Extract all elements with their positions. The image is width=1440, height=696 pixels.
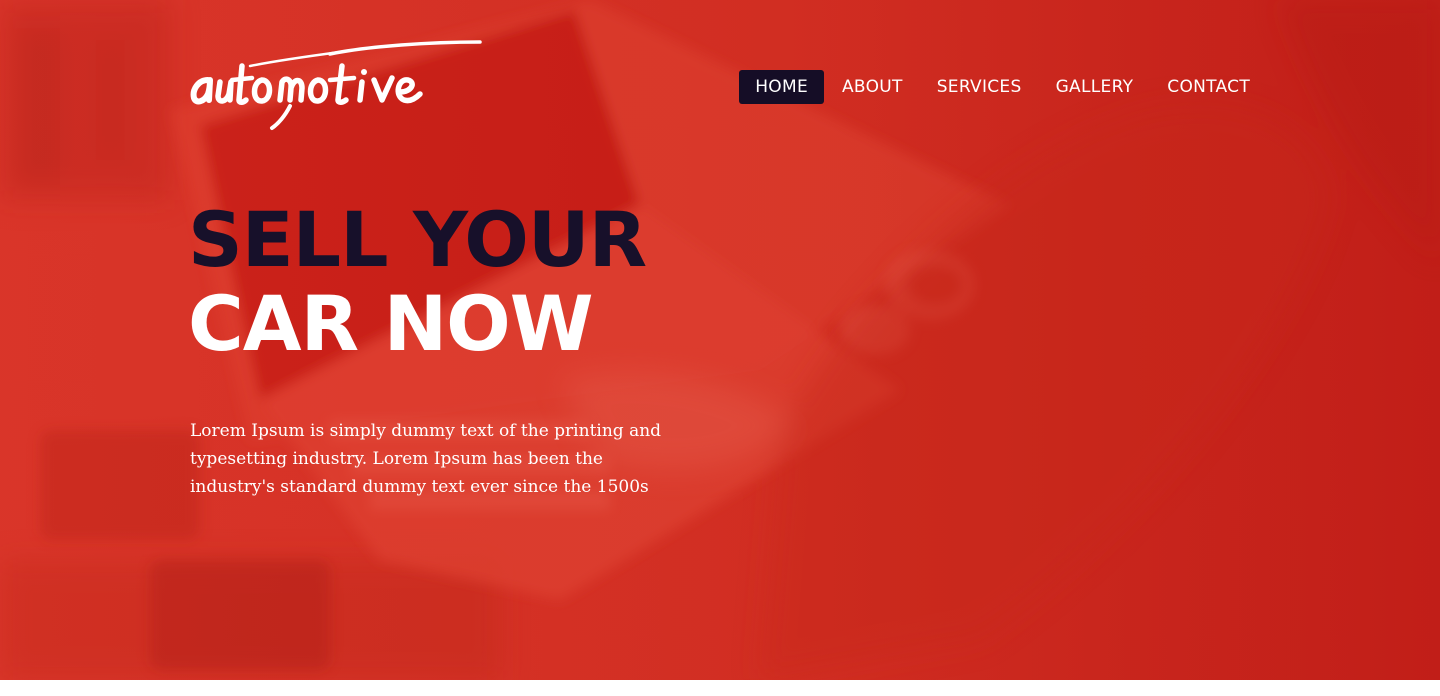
hero-description: Lorem Ipsum is simply dummy text of the …: [190, 421, 662, 497]
brush-script-logo-icon: [190, 40, 482, 130]
headline-line-2: CAR NOW: [188, 279, 594, 368]
headline-line-1: SELL YOUR: [188, 195, 647, 284]
site-logo[interactable]: [190, 36, 485, 132]
hero-headline: SELL YOUR CAR NOW: [188, 195, 647, 368]
nav-item-gallery[interactable]: GALLERY: [1040, 70, 1150, 104]
nav-item-home[interactable]: HOME: [739, 70, 824, 104]
main-navigation: HOME ABOUT SERVICES GALLERY CONTACT: [737, 70, 1266, 104]
hero-section: HOME ABOUT SERVICES GALLERY CONTACT SELL…: [0, 0, 1440, 680]
nav-item-contact[interactable]: CONTACT: [1151, 70, 1266, 104]
nav-item-services[interactable]: SERVICES: [921, 70, 1038, 104]
nav-item-about[interactable]: ABOUT: [826, 70, 919, 104]
